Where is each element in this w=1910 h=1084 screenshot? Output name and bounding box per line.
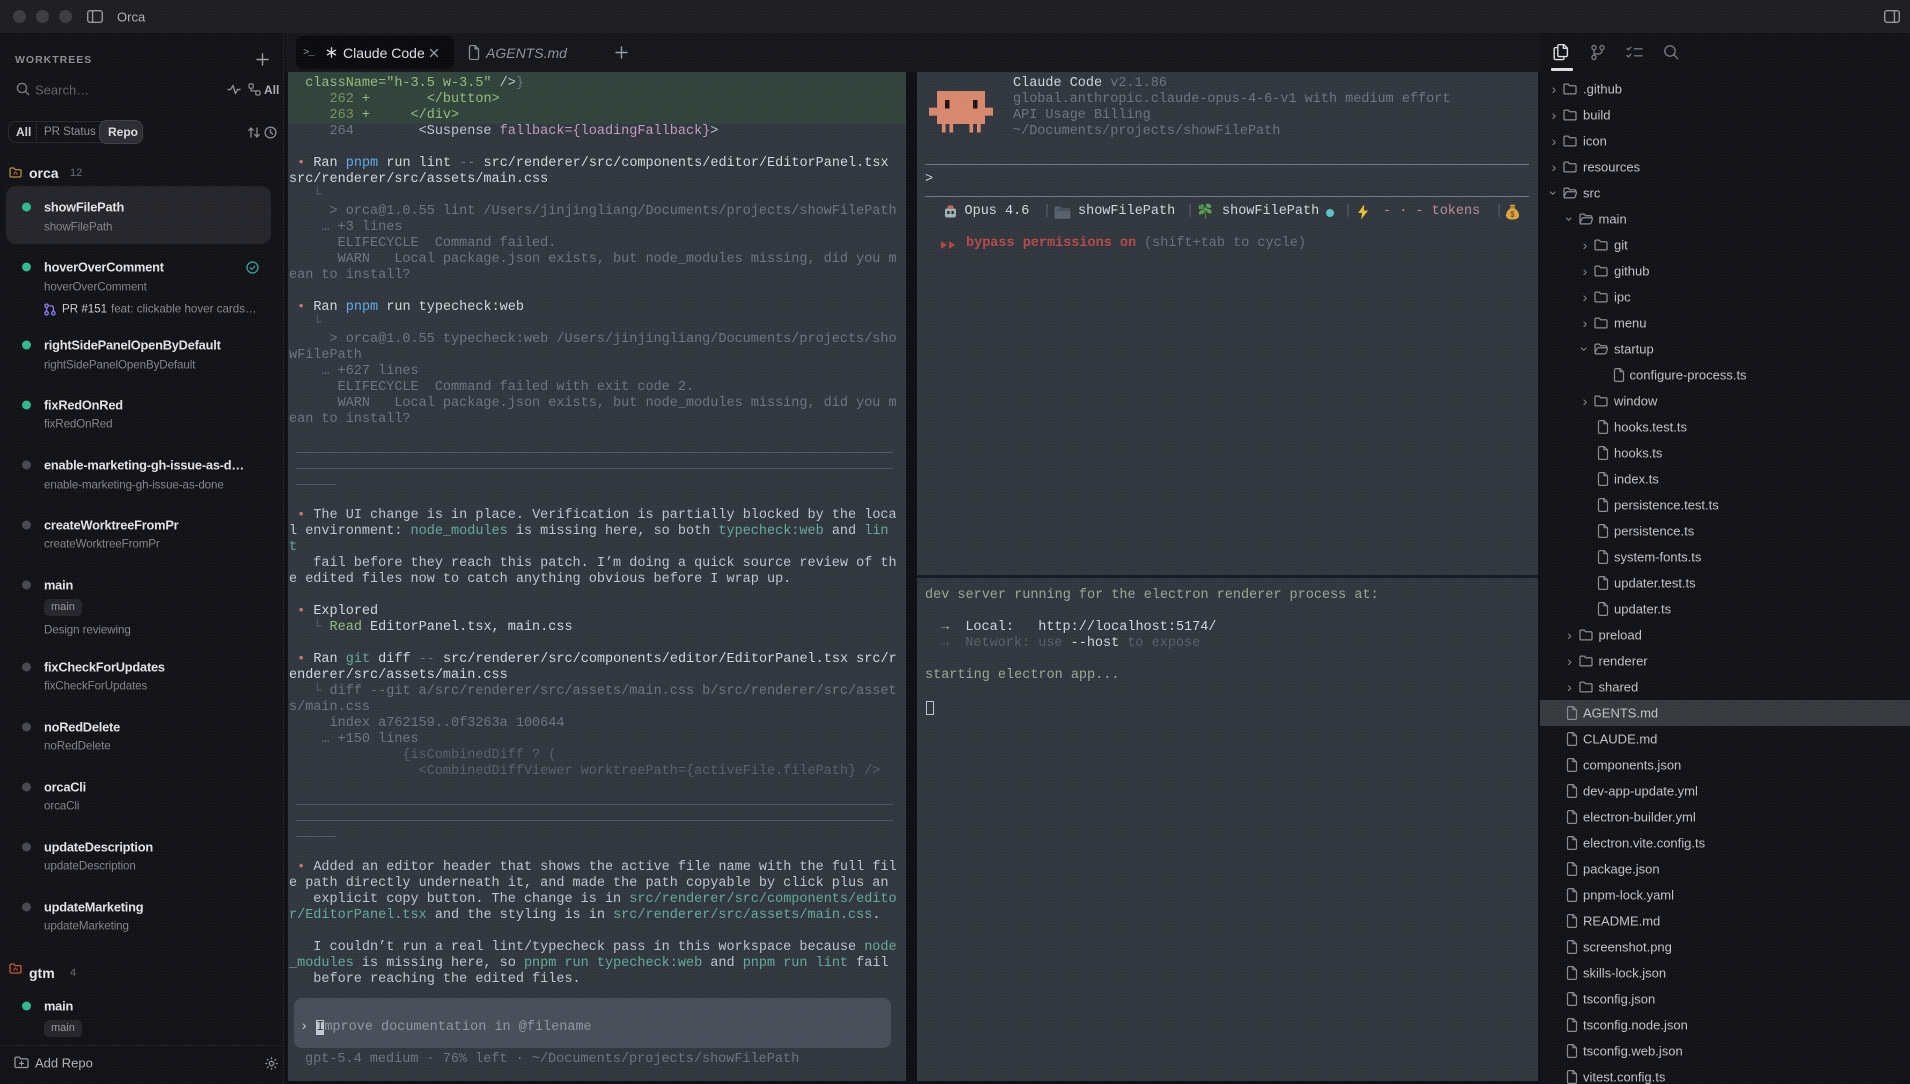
svg-text:$: $ <box>1510 210 1515 219</box>
